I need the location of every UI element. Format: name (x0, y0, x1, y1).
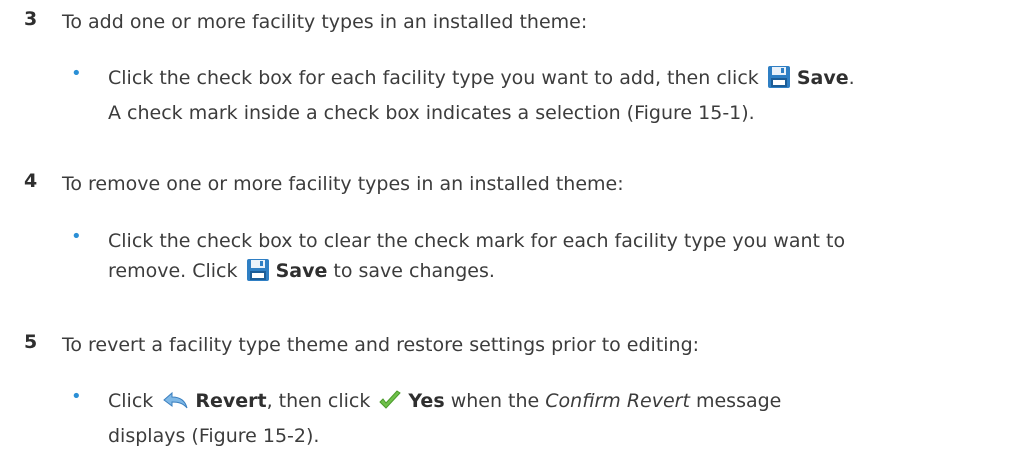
yes-label: Yes (408, 390, 445, 412)
bullet-text: Click Revert, then click Yes when the Co… (108, 386, 1023, 451)
bullet-line: A check mark inside a check box indicate… (108, 102, 755, 124)
bullet-line: Click the check box for each facility ty… (108, 63, 1023, 98)
text-run: when the (450, 390, 540, 412)
bullet-text: Click the check box to clear the check m… (108, 226, 1023, 291)
save-label: Save (796, 67, 849, 89)
revert-arrow-icon (161, 390, 189, 421)
text-run: message (695, 390, 782, 412)
text-run: , then click (266, 390, 371, 412)
step-text: To add one or more facility types in an … (62, 11, 588, 33)
bullet-text: Click the check box for each facility ty… (108, 63, 1023, 128)
bullet-marker: • (71, 386, 82, 407)
text-run: to save changes. (333, 260, 495, 282)
save-label: Save (275, 260, 328, 282)
document-page: 3 To add one or more facility types in a… (0, 0, 1029, 467)
bullet-marker: • (71, 226, 82, 247)
checkmark-icon (378, 390, 402, 421)
text-run: remove. Click (108, 260, 238, 282)
step-number: 4 (24, 170, 38, 192)
step-number: 3 (24, 8, 38, 30)
save-disk-icon (246, 258, 270, 291)
text-run: . (848, 67, 855, 89)
bullet-line: displays (Figure 15-2). (108, 425, 320, 447)
bullet-marker: • (71, 63, 82, 84)
revert-label: Revert (195, 390, 267, 412)
text-run: Click (108, 390, 154, 412)
save-disk-icon (767, 65, 791, 98)
bullet-line: remove. Click Save to save changes. (108, 256, 1023, 291)
step-text: To remove one or more facility types in … (62, 173, 624, 195)
step-text: To revert a facility type theme and rest… (62, 334, 700, 356)
step-number: 5 (24, 331, 38, 353)
bullet-line: Click the check box to clear the check m… (108, 230, 846, 252)
text-run: Click the check box for each facility ty… (108, 67, 759, 89)
dialog-name: Confirm Revert (545, 390, 690, 412)
bullet-line: Click Revert, then click Yes when the Co… (108, 386, 1023, 421)
